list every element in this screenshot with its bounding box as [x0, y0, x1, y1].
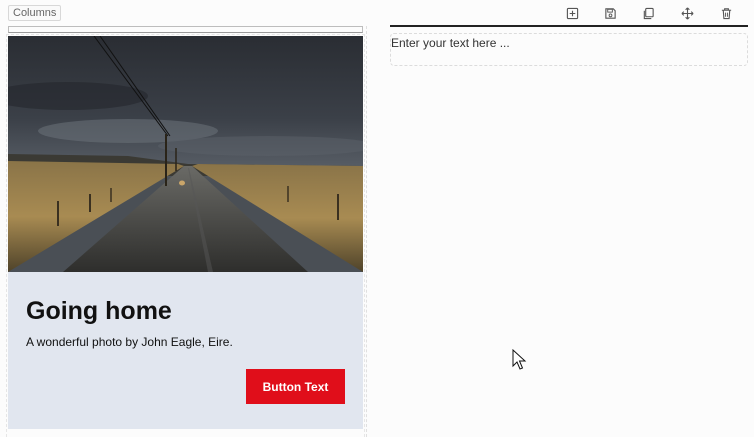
move-icon[interactable] [679, 5, 695, 21]
card-button[interactable]: Button Text [246, 369, 345, 404]
columns-block-label[interactable]: Columns [8, 5, 62, 21]
add-icon[interactable] [564, 5, 580, 21]
block-toolbar [553, 5, 747, 21]
duplicate-icon[interactable] [640, 5, 656, 21]
save-icon[interactable] [602, 5, 618, 21]
card-title[interactable]: Going home [26, 297, 172, 326]
delete-icon[interactable] [718, 5, 734, 21]
text-block[interactable]: Enter your text here ... [390, 33, 748, 66]
column-divider [366, 26, 367, 437]
card-description[interactable]: A wonderful photo by John Eagle, Eire. [26, 335, 233, 349]
country-road-photo[interactable] [8, 36, 363, 272]
mouse-cursor-icon [512, 348, 528, 371]
card-body: Going home A wonderful photo by John Eag… [8, 272, 363, 429]
column-left-frame [8, 26, 363, 33]
column-right-topline [390, 25, 748, 27]
